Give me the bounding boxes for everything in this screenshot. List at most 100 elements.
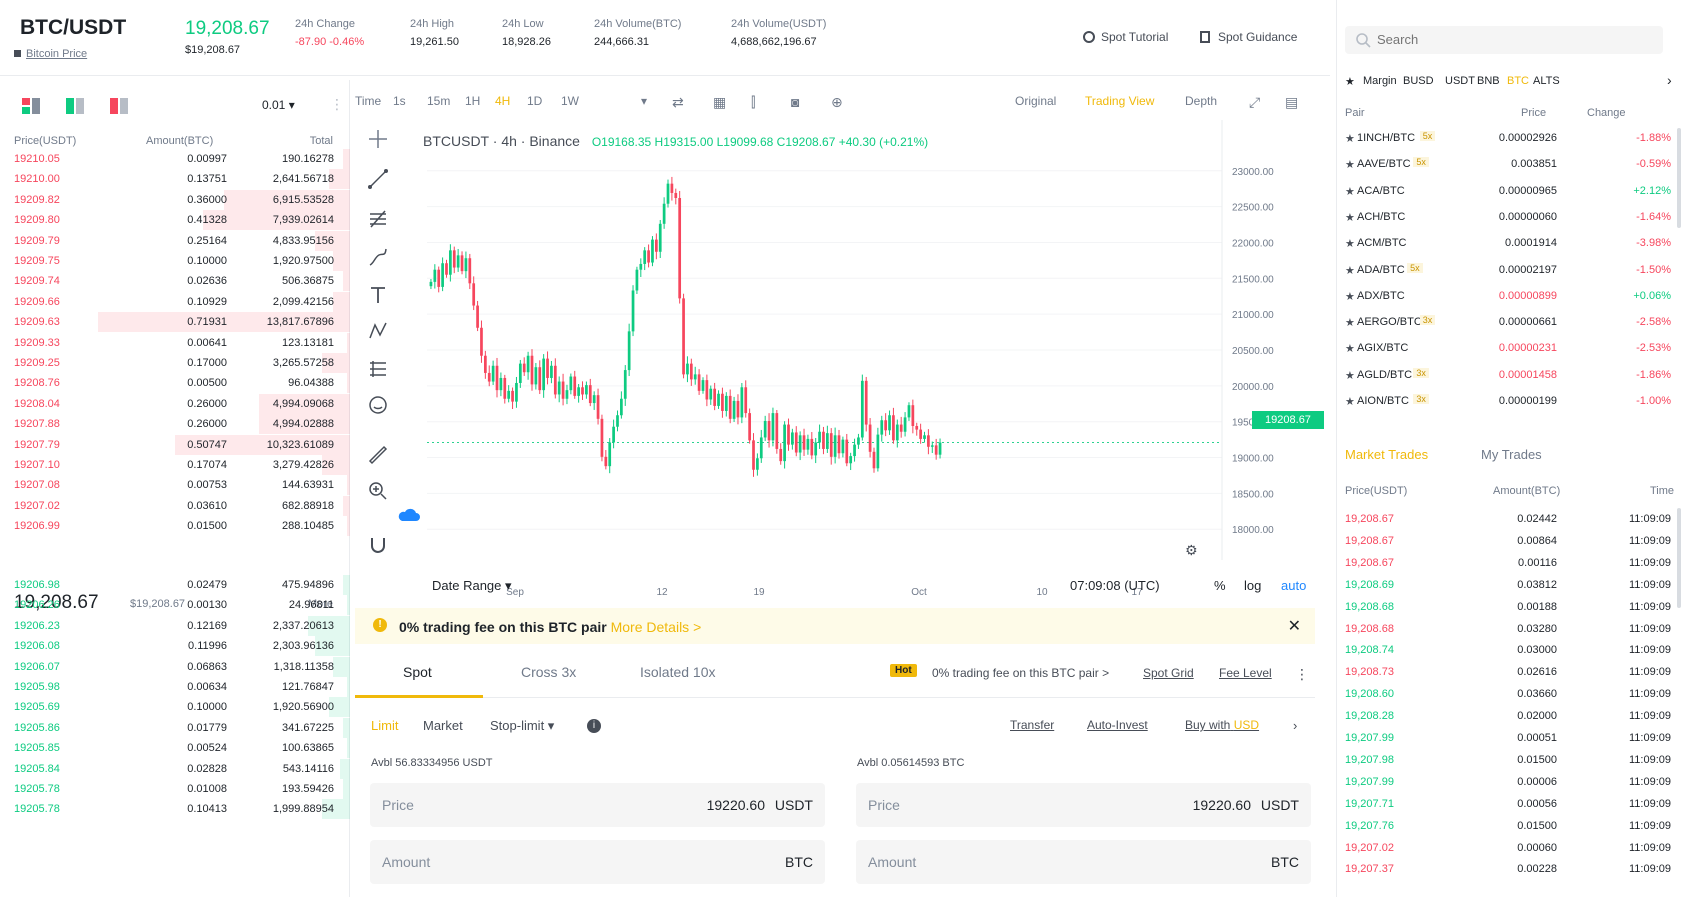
search-input[interactable]: [1377, 32, 1647, 47]
layout-icon[interactable]: ▤: [1285, 94, 1298, 111]
ask-row[interactable]: 19209.80 0.41328 7,939.02614: [0, 209, 350, 231]
ask-row[interactable]: 19209.82 0.36000 6,915.53528: [0, 189, 350, 211]
ask-row[interactable]: 19208.76 0.00500 96.04388: [0, 372, 350, 394]
cloud-icon[interactable]: [397, 505, 421, 525]
order-type-market[interactable]: Market: [423, 718, 463, 733]
ask-row[interactable]: 19209.63 0.71931 13,817.67896: [0, 311, 350, 333]
bid-row[interactable]: 19206.26 0.00130 24.96811: [0, 594, 350, 616]
star-icon[interactable]: ★: [1345, 264, 1355, 277]
interval-1h[interactable]: 1H: [465, 94, 480, 108]
orderbook-both-icon[interactable]: [22, 98, 40, 114]
bid-row[interactable]: 19205.86 0.01779 341.67225: [0, 717, 350, 739]
fib-icon[interactable]: [367, 208, 389, 230]
star-icon[interactable]: ★: [1345, 132, 1355, 145]
market-tab-bnb[interactable]: BNB: [1477, 75, 1500, 87]
star-icon[interactable]: ★: [1345, 342, 1355, 355]
star-icon[interactable]: ★: [1345, 290, 1355, 303]
spot-grid-link[interactable]: Spot Grid: [1143, 666, 1194, 680]
brush-icon[interactable]: [367, 246, 389, 268]
bid-row[interactable]: 19206.07 0.06863 1,318.11358: [0, 656, 350, 678]
chevron-down-icon[interactable]: ▾: [641, 94, 647, 108]
interval-time[interactable]: Time: [355, 94, 381, 108]
ask-row[interactable]: 19207.88 0.26000 4,994.02888: [0, 413, 350, 435]
interval-15m[interactable]: 15m: [427, 94, 450, 108]
star-icon[interactable]: ★: [1345, 211, 1355, 224]
tab-cross[interactable]: Cross 3x: [521, 664, 576, 680]
pair-title[interactable]: BTC/USDT: [20, 16, 126, 40]
orderbook-bids-icon[interactable]: [66, 98, 84, 114]
buy-with-link[interactable]: Buy with USD: [1185, 718, 1259, 732]
buy-amount-field[interactable]: Amount BTC: [370, 840, 825, 884]
interval-1s[interactable]: 1s: [393, 94, 406, 108]
bid-row[interactable]: 19205.85 0.00524 100.63865: [0, 737, 350, 759]
ask-row[interactable]: 19209.25 0.17000 3,265.57258: [0, 352, 350, 374]
tab-spot[interactable]: Spot: [403, 664, 432, 680]
interval-1d[interactable]: 1D: [527, 94, 542, 108]
ask-row[interactable]: 19207.08 0.00753 144.63931: [0, 474, 350, 496]
date-range-button[interactable]: Date Range ▾: [432, 578, 512, 594]
fee-level-link[interactable]: Fee Level: [1219, 666, 1272, 680]
chevron-right-icon[interactable]: ›: [1293, 718, 1297, 733]
market-row[interactable]: ★ AERGO/BTC 3x 0.00000661 -2.58%: [1345, 310, 1675, 336]
ask-row[interactable]: 19208.04 0.26000 4,994.09068: [0, 393, 350, 415]
crosshair-icon[interactable]: [367, 128, 389, 150]
ask-row[interactable]: 19206.99 0.01500 288.10485: [0, 515, 350, 537]
bid-row[interactable]: 19205.78 0.01008 193.59426: [0, 778, 350, 800]
market-row[interactable]: ★ AGIX/BTC 0.00000231 -2.53%: [1345, 336, 1675, 362]
orderbook-asks-icon[interactable]: [110, 98, 128, 114]
market-scrollbar[interactable]: [1677, 128, 1681, 228]
col-change[interactable]: Change: [1587, 107, 1626, 119]
bid-row[interactable]: 19206.08 0.11996 2,303.96136: [0, 635, 350, 657]
star-icon[interactable]: ★: [1345, 395, 1355, 408]
candlestick-chart[interactable]: 23000.00 22500.00 22000.00 21500.00 21000.00…: [407, 120, 1315, 600]
camera-icon[interactable]: ◙: [791, 94, 799, 110]
spot-tutorial-link[interactable]: Spot Tutorial: [1101, 30, 1168, 44]
transfer-link[interactable]: Transfer: [1010, 718, 1054, 732]
tab-market-trades[interactable]: Market Trades: [1345, 447, 1428, 462]
market-tab-usdt[interactable]: USDT: [1445, 75, 1475, 87]
interval-4h[interactable]: 4H: [495, 94, 510, 108]
market-row[interactable]: ★ AAVE/BTC 5x 0.003851 -0.59%: [1345, 152, 1675, 178]
more-options-icon[interactable]: ⋮: [1295, 666, 1309, 683]
market-row[interactable]: ★ 1INCH/BTC 5x 0.00002926 -1.88%: [1345, 126, 1675, 152]
settings-icon[interactable]: ⚙: [1185, 542, 1198, 559]
indicators-icon[interactable]: ⇄: [672, 94, 684, 111]
star-icon[interactable]: ★: [1345, 369, 1355, 382]
market-tab-busd[interactable]: BUSD: [1403, 75, 1434, 87]
view-original[interactable]: Original: [1015, 94, 1056, 108]
add-icon[interactable]: ⊕: [831, 94, 843, 111]
ask-row[interactable]: 19207.02 0.03610 682.88918: [0, 495, 350, 517]
sell-amount-field[interactable]: Amount BTC: [856, 840, 1311, 884]
tab-isolated[interactable]: Isolated 10x: [640, 664, 716, 680]
favorites-star-icon[interactable]: ★: [1345, 75, 1355, 88]
interval-1w[interactable]: 1W: [561, 94, 579, 108]
spot-guidance-link[interactable]: Spot Guidance: [1218, 30, 1297, 44]
market-row[interactable]: ★ ADX/BTC 0.00000899 +0.06%: [1345, 284, 1675, 310]
order-type-limit[interactable]: Limit: [371, 718, 398, 733]
ask-row[interactable]: 19210.05 0.00997 190.16278: [0, 148, 350, 170]
market-tab-alts[interactable]: ALTS: [1533, 75, 1560, 87]
col-price[interactable]: Price: [1521, 107, 1546, 119]
tab-my-trades[interactable]: My Trades: [1481, 447, 1542, 462]
view-trading-view[interactable]: Trading View: [1085, 94, 1154, 108]
percent-scale-button[interactable]: %: [1214, 578, 1226, 593]
bid-row[interactable]: 19205.69 0.10000 1,920.56900: [0, 696, 350, 718]
text-icon[interactable]: [367, 284, 389, 306]
market-row[interactable]: ★ ACM/BTC 0.0001914 -3.98%: [1345, 231, 1675, 257]
log-scale-button[interactable]: log: [1244, 578, 1261, 593]
magnet-icon[interactable]: [367, 534, 389, 556]
zoom-in-icon[interactable]: [367, 480, 389, 502]
star-icon[interactable]: ★: [1345, 237, 1355, 250]
grid-icon[interactable]: ▦: [713, 94, 726, 111]
market-row[interactable]: ★ ADA/BTC 5x 0.00002197 -1.50%: [1345, 258, 1675, 284]
bid-row[interactable]: 19205.84 0.02828 543.14116: [0, 758, 350, 780]
buy-price-field[interactable]: Price 19220.60 USDT: [370, 783, 825, 827]
info-icon[interactable]: i: [587, 719, 601, 733]
bid-row[interactable]: 19206.98 0.02479 475.94896: [0, 574, 350, 596]
bid-row[interactable]: 19206.23 0.12169 2,337.20613: [0, 615, 350, 637]
market-row[interactable]: ★ ACH/BTC 0.00000060 -1.64%: [1345, 205, 1675, 231]
trades-scrollbar[interactable]: [1677, 508, 1681, 608]
ask-row[interactable]: 19209.79 0.25164 4,833.95156: [0, 230, 350, 252]
close-icon[interactable]: ✕: [1288, 616, 1301, 636]
measure-icon[interactable]: [367, 358, 389, 380]
